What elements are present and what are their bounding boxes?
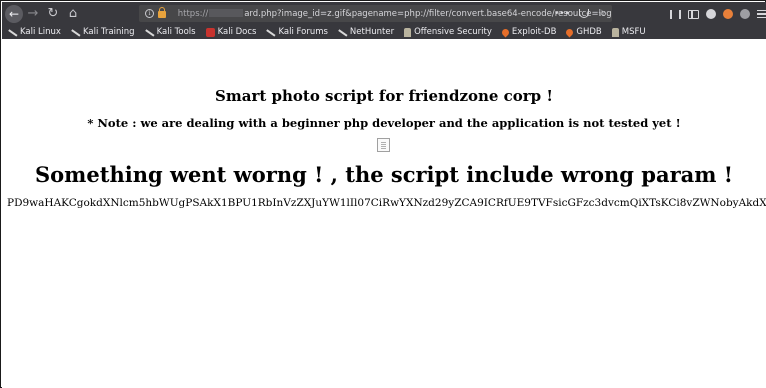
toolbar-right-icons — [670, 3, 766, 25]
bookmark-label: MSFU — [621, 27, 646, 37]
kali-dragon-icon — [338, 28, 347, 37]
bookmarks-toolbar: Kali Linux Kali Training Kali Tools Kali… — [2, 25, 766, 39]
bookmark-ghdb[interactable]: GHDB — [564, 27, 602, 37]
bookmark-label: Kali Training — [82, 27, 135, 37]
bookmark-label: Kali Forums — [278, 27, 328, 37]
bookmark-label: Kali Docs — [217, 27, 257, 37]
browser-window: ← → ↻ ⌂ i https://ard.php?image_id=z.gif… — [0, 0, 766, 388]
page-title: Smart photo script for friendzone corp ! — [215, 87, 553, 105]
base64-output: PD9waHAKCgokdXNlcm5hbWUgPSAkX1BPU1RbInVz… — [7, 197, 766, 209]
developer-note: * Note : we are dealing with a beginner … — [87, 116, 681, 130]
broken-image-icon — [377, 138, 390, 152]
bookmark-exploit-db[interactable]: Exploit-DB — [500, 27, 557, 37]
kali-dragon-icon — [71, 28, 80, 37]
bookmark-label: Kali Tools — [156, 27, 196, 37]
bookmark-kali-linux[interactable]: Kali Linux — [8, 27, 61, 37]
url-text[interactable]: https://ard.php?image_id=z.gif&pagename=… — [178, 9, 612, 19]
url-actions: ••• ☆ — [554, 5, 606, 22]
error-message: Something went worng ! , the script incl… — [35, 162, 733, 187]
back-button[interactable]: ← — [5, 4, 23, 23]
reload-icon: ↻ — [47, 6, 59, 21]
redacted-host — [209, 9, 244, 17]
kali-dragon-icon — [8, 28, 17, 37]
bookmark-kali-tools[interactable]: Kali Tools — [145, 27, 196, 37]
bookmark-kali-docs[interactable]: Kali Docs — [205, 27, 257, 37]
bookmark-kali-forums[interactable]: Kali Forums — [266, 27, 327, 37]
forward-arrow-icon: → — [27, 6, 39, 21]
kali-dragon-icon — [145, 28, 154, 37]
pocket-icon[interactable] — [578, 9, 589, 18]
kali-dragon-icon — [266, 28, 275, 37]
site-info-icon[interactable]: i — [145, 9, 154, 18]
bookmark-star-icon[interactable]: ☆ — [598, 9, 606, 19]
back-arrow-icon: ← — [8, 6, 20, 21]
account-icon[interactable] — [706, 9, 716, 19]
bookmark-label: Exploit-DB — [511, 27, 557, 37]
insecure-lock-icon[interactable] — [157, 7, 166, 18]
page-actions-icon[interactable]: ••• — [554, 9, 570, 19]
home-icon: ⌂ — [68, 6, 78, 21]
library-icon[interactable] — [670, 9, 681, 19]
forward-button[interactable]: → — [23, 4, 43, 24]
extension-icon[interactable] — [723, 9, 733, 19]
bookmark-msfu[interactable]: MSFU — [611, 27, 646, 37]
bookmark-offensive-security[interactable]: Offensive Security — [404, 27, 492, 37]
kali-docs-icon — [205, 27, 215, 37]
exploit-db-icon — [500, 27, 511, 37]
extension-2-icon[interactable] — [740, 9, 750, 19]
sidebar-icon[interactable] — [688, 9, 699, 19]
offsec-icon — [611, 27, 619, 37]
url-scheme: https:// — [177, 8, 209, 19]
navigation-toolbar: ← → ↻ ⌂ i https://ard.php?image_id=z.gif… — [2, 2, 766, 25]
bookmark-nethunter[interactable]: NetHunter — [338, 27, 394, 37]
page-content: Smart photo script for friendzone corp !… — [2, 39, 766, 388]
bookmark-label: GHDB — [576, 27, 602, 37]
address-bar[interactable]: i https://ard.php?image_id=z.gif&pagenam… — [139, 5, 612, 22]
bookmark-label: Kali Linux — [20, 27, 61, 37]
home-button[interactable]: ⌂ — [63, 4, 83, 24]
hamburger-menu-icon[interactable] — [757, 10, 766, 18]
bookmark-kali-training[interactable]: Kali Training — [71, 27, 135, 37]
bookmark-label: Offensive Security — [414, 27, 492, 37]
bookmark-label: NetHunter — [349, 27, 395, 37]
exploit-db-icon — [564, 27, 575, 37]
reload-button[interactable]: ↻ — [43, 4, 63, 24]
offsec-icon — [404, 27, 412, 37]
